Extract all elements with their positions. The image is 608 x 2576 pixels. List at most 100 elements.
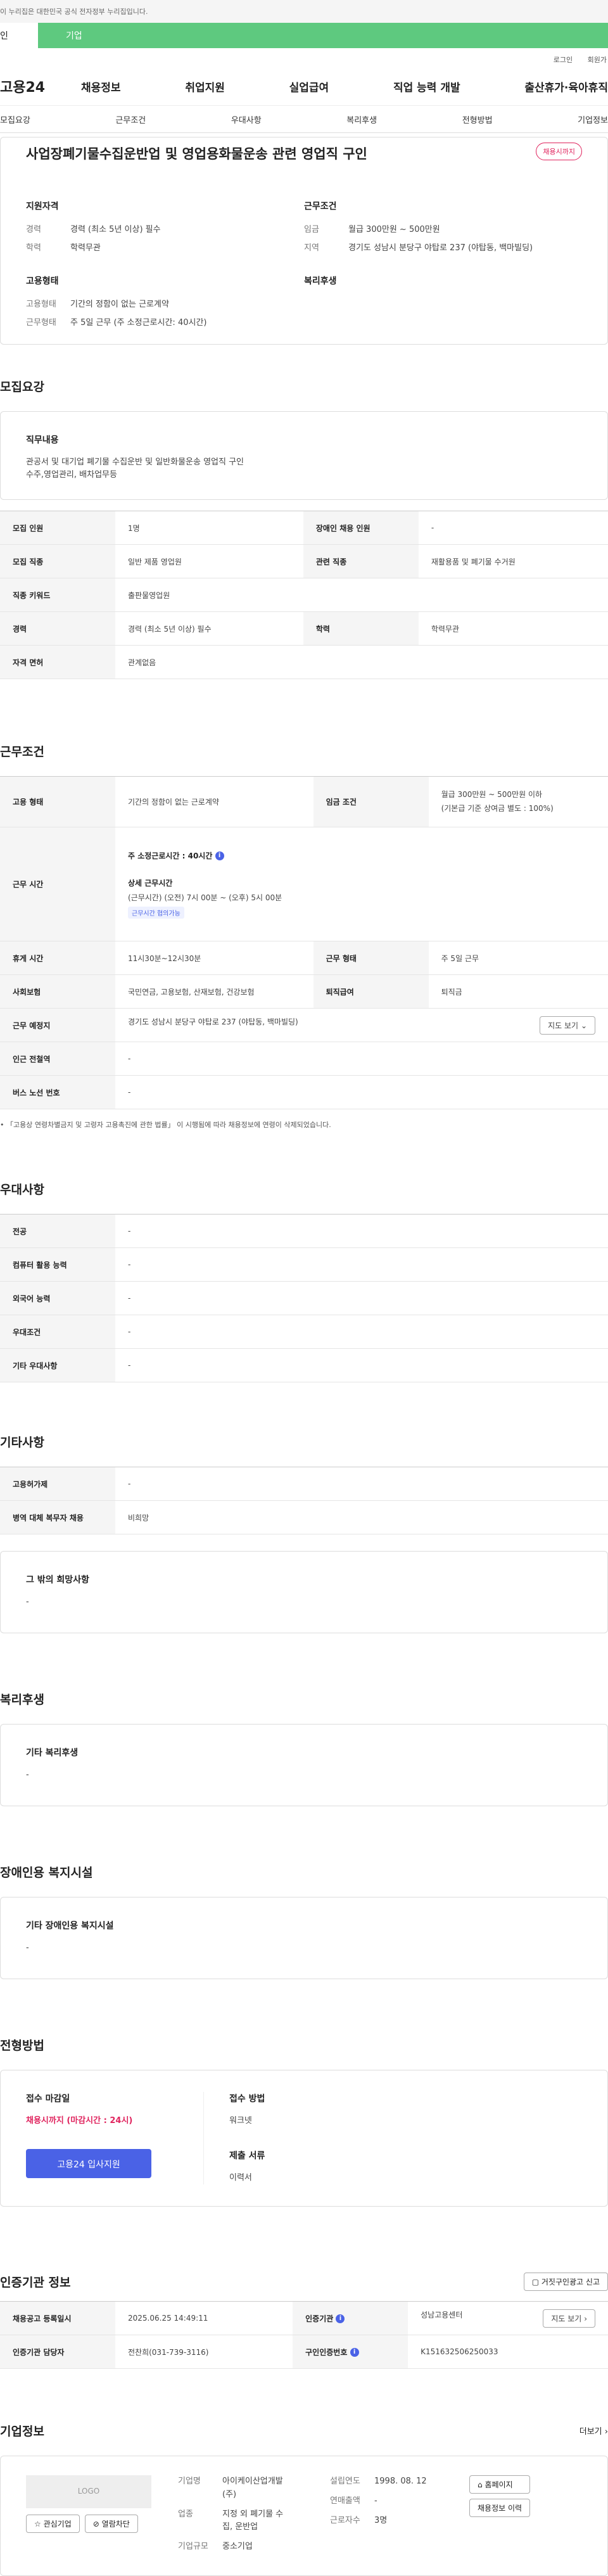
cell-label: 직종 키워드	[0, 578, 115, 612]
company-name-value: 아이케이산업개발(주)	[222, 2477, 283, 2499]
info-icon[interactable]: i	[215, 851, 224, 860]
favorite-button[interactable]: ☆ 관심기업	[26, 2515, 80, 2533]
cell-value: -	[115, 1467, 608, 1501]
work-section: 근무조건 고용 형태 기간의 정함이 없는 근로계약 임금 조건 월급 300만…	[0, 743, 608, 1130]
req-title: 지원자격	[26, 201, 59, 212]
table-row: 휴게 시간 11시30분~12시30분 근무 형태 주 5일 근무	[0, 941, 608, 975]
cell-label: 인증기관 i	[293, 2301, 408, 2335]
docs-value: 이력서	[229, 2172, 252, 2183]
cell-label: 학력	[303, 611, 419, 646]
map-button[interactable]: 지도 보기 ⌄	[540, 1016, 595, 1035]
disabled-title: 장애인용 복지시설	[0, 1866, 93, 1880]
more-link[interactable]: 더보기 ›	[580, 2425, 608, 2437]
company-biz-value: 지정 외 폐기물 수집, 운반업	[222, 2509, 284, 2532]
cell-value: 재활용품 및 폐기물 수거원	[418, 544, 608, 578]
global-nav: 고용24 채용정보 취업지원 실업급여 직업 능력 개발 출산휴가·육아휴직	[0, 67, 608, 105]
cell-label: 근무 형태	[313, 941, 429, 975]
table-row: 고용허가제 -	[0, 1467, 608, 1501]
homepage-button[interactable]: ⌂ 홈페이지	[469, 2475, 531, 2494]
home-icon: ⌂	[478, 2480, 483, 2489]
site-logo[interactable]: 고용24	[0, 76, 81, 96]
gnb-employment-support[interactable]: 취업지원	[185, 79, 225, 94]
gnb-training[interactable]: 직업 능력 개발	[393, 79, 460, 94]
process-box: 접수 마감일 채용시까지 (마감시간 : 24시) 고용24 입사지원 접수 방…	[0, 2070, 608, 2207]
docs-label: 제출 서류	[229, 2150, 265, 2161]
signup-link[interactable]: 회원가	[588, 56, 607, 64]
table-row: 인증기관 담당자 전찬희(031-739-3116) 구인인증번호 i K151632…	[0, 2335, 608, 2369]
other-wish-value: -	[26, 1597, 29, 1607]
info-icon[interactable]: i	[350, 2348, 359, 2357]
login-link[interactable]: 로그인	[554, 56, 573, 64]
cell-label: 고용 형태	[0, 776, 115, 827]
job-desc-box: 직무내용 관공서 및 대기업 폐기물 수집운반 및 일반화물운송 영업직 구인 …	[0, 411, 608, 500]
gnb-parental-leave[interactable]: 출산휴가·육아휴직	[524, 79, 608, 94]
tab-individual[interactable]: 인	[0, 23, 38, 48]
subnav-work[interactable]: 근무조건	[115, 113, 146, 125]
table-row: 전공 -	[0, 1214, 608, 1248]
document-icon: ▢	[531, 2278, 540, 2286]
table-row: 우대조건 -	[0, 1315, 608, 1349]
welfare-box: 기타 복리후생 -	[0, 1724, 608, 1806]
cell-label: 자격 면허	[0, 645, 115, 679]
company-emp-label: 근로자수	[330, 2515, 360, 2525]
cert-title: 인증기관 정보	[0, 2276, 71, 2290]
other-wish-box: 그 밖의 희망사항 -	[0, 1551, 608, 1633]
subnav-pref[interactable]: 우대사항	[231, 113, 262, 125]
gnb-jobs[interactable]: 채용정보	[81, 79, 121, 94]
process-title: 전형방법	[0, 2039, 44, 2053]
company-sales-value: -	[374, 2496, 377, 2506]
company-logo: LOGO	[26, 2475, 151, 2508]
cell-value: 월급 300만원 ~ 500만원 이하 (기본급 기준 상여금 별도 : 100%…	[428, 776, 608, 827]
subnav-welfare[interactable]: 복리후생	[346, 113, 377, 125]
subnav-recruit[interactable]: 모집요강	[0, 113, 30, 125]
detail-hours: (근무시간) (오전) 7시 00분 ~ (오후) 5시 00분	[128, 893, 282, 902]
cell-value: 2025.06.25 14:49:11	[115, 2301, 293, 2335]
subnav-process[interactable]: 전형방법	[462, 113, 493, 125]
table-row: 모집 인원 1명 장애인 채용 인원 -	[0, 511, 608, 545]
company-est-value: 1998. 08. 12	[374, 2477, 427, 2486]
block-icon: ⊘	[92, 2520, 99, 2528]
cell-value: 비희망	[115, 1500, 608, 1534]
cell-value: 출판물영업원	[115, 578, 608, 612]
cell-label: 구인인증번호 i	[293, 2335, 408, 2369]
company-biz-label: 업종	[178, 2509, 193, 2519]
wage-line: (기본급 기준 상여금 별도 : 100%)	[441, 803, 554, 813]
block-button[interactable]: ⊘ 열람차단	[84, 2515, 138, 2533]
apply-button[interactable]: 고용24 입사지원	[26, 2148, 151, 2178]
summary-card: 사업장폐기물수집운반업 및 영업용화물운송 관련 영업직 구인 채용시까지 지원…	[0, 137, 608, 345]
page-title: 사업장폐기물수집운반업 및 영업용화물운송 관련 영업직 구인	[26, 146, 367, 162]
cell-label: 장애인 채용 인원	[303, 511, 419, 545]
disabled-box-title: 기타 장애인용 복지시설	[26, 1921, 114, 1931]
cell-value: -	[115, 1348, 608, 1382]
cell-value: -	[418, 511, 608, 545]
emp-value: 기간의 정함이 없는 근로계약	[70, 300, 169, 309]
welfare-section: 복리후생 기타 복리후생 -	[0, 1690, 608, 1806]
agency-map-button[interactable]: 지도 보기 ›	[543, 2309, 595, 2328]
cell-value: -	[115, 1281, 608, 1315]
table-row: 병역 대체 복무자 채용 비희망	[0, 1500, 608, 1534]
block-label: 열람차단	[101, 2520, 130, 2528]
cell-value: 학력무관	[418, 611, 608, 646]
cell-label: 사회보험	[0, 974, 115, 1009]
cell-value: 국민연금, 고용보험, 산재보험, 건강보험	[115, 974, 314, 1009]
history-button[interactable]: 채용정보 이력	[469, 2499, 531, 2517]
gnb-unemployment[interactable]: 실업급여	[289, 79, 329, 94]
req-value: 학력무관	[70, 243, 101, 253]
cell-value: -	[115, 1214, 608, 1248]
table-row: 채용공고 등록일시 2025.06.25 14:49:11 인증기관 i 성남고용센터…	[0, 2301, 608, 2335]
deadline-badge: 채용시까지	[536, 143, 582, 160]
subnav-company[interactable]: 기업정보	[578, 113, 608, 125]
emp-title: 고용형태	[26, 276, 59, 286]
tab-company[interactable]: 기업	[38, 23, 608, 48]
recruit-title: 모집요강	[0, 380, 44, 394]
etc-table: 고용허가제 - 병역 대체 복무자 채용 비희망	[0, 1467, 608, 1534]
report-button[interactable]: ▢ 거짓구인광고 신고	[523, 2273, 608, 2291]
method-value: 워크넷	[229, 2116, 252, 2126]
info-icon[interactable]: i	[336, 2314, 345, 2323]
cell-value: 주 소정근로시간 : 40시간 i 상세 근무시간 (근무시간) (오전) 7시…	[115, 827, 608, 941]
location-text: 경기도 성남시 분당구 야탑로 237 (야탑동, 백마빌딩)	[128, 1017, 298, 1026]
negotiable-tag: 근무시간 협의가능	[128, 906, 184, 919]
homepage-label: 홈페이지	[484, 2480, 513, 2489]
welfare-box-title: 기타 복리후생	[26, 1748, 79, 1758]
company-size-label: 기업규모	[178, 2542, 208, 2552]
